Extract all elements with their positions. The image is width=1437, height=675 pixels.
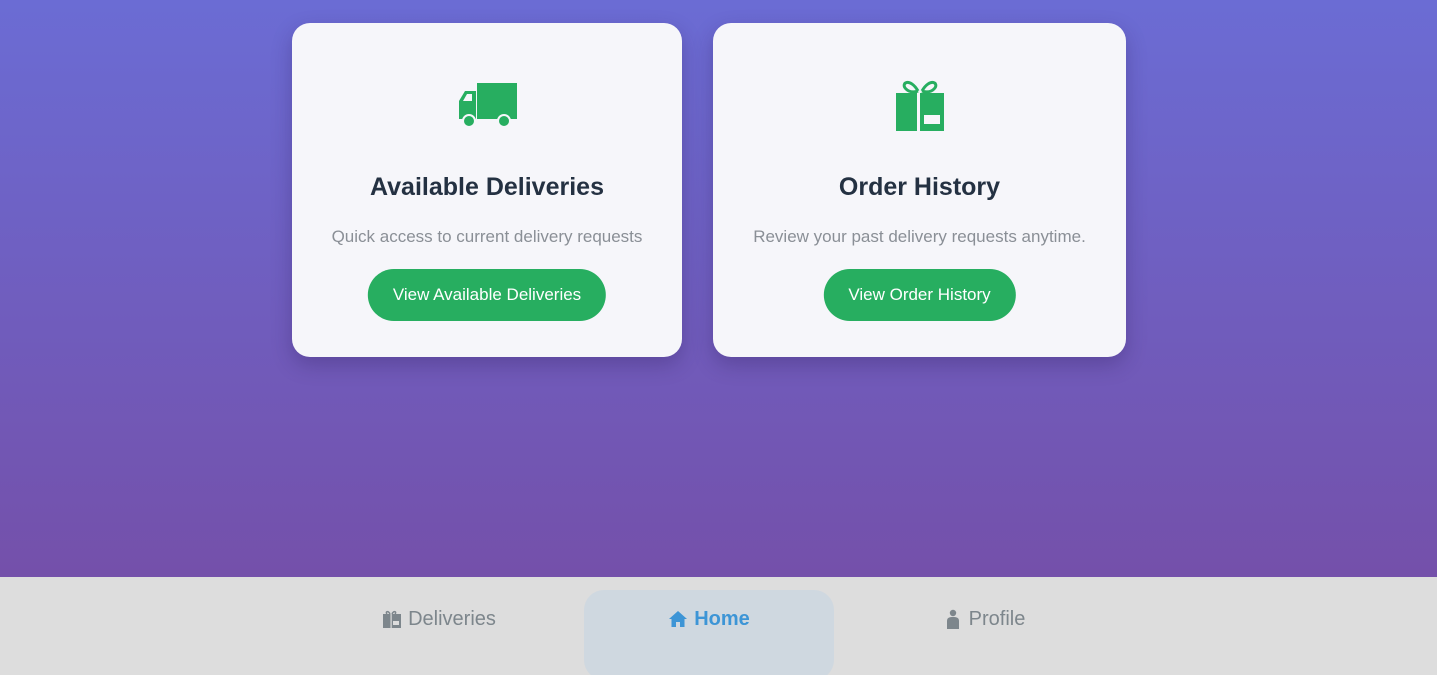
card-title: Available Deliveries <box>370 173 604 201</box>
order-history-card: Order History Review your past delivery … <box>713 23 1126 357</box>
view-available-deliveries-button[interactable]: View Available Deliveries <box>367 269 607 321</box>
card-description: Review your past delivery requests anyti… <box>753 227 1086 246</box>
person-icon <box>943 609 963 629</box>
nav-label: Profile <box>968 607 1026 630</box>
home-icon <box>668 609 688 629</box>
card-description: Quick access to current delivery request… <box>331 227 643 246</box>
nav-label: Deliveries <box>408 607 496 630</box>
nav-item-deliveries[interactable]: Deliveries <box>354 590 524 675</box>
gift-box-icon <box>888 75 952 135</box>
nav-label: Home <box>694 607 750 630</box>
delivery-truck-icon <box>455 75 519 135</box>
package-icon <box>382 609 402 629</box>
view-order-history-button[interactable]: View Order History <box>823 269 1016 321</box>
card-title: Order History <box>838 173 1001 201</box>
available-deliveries-card: Available Deliveries Quick access to cur… <box>292 23 682 357</box>
main-content: Available Deliveries Quick access to cur… <box>0 0 1437 577</box>
bottom-nav: Deliveries Home Profile <box>0 577 1437 675</box>
nav-item-profile[interactable]: Profile <box>904 590 1064 675</box>
nav-item-home[interactable]: Home <box>584 590 834 675</box>
